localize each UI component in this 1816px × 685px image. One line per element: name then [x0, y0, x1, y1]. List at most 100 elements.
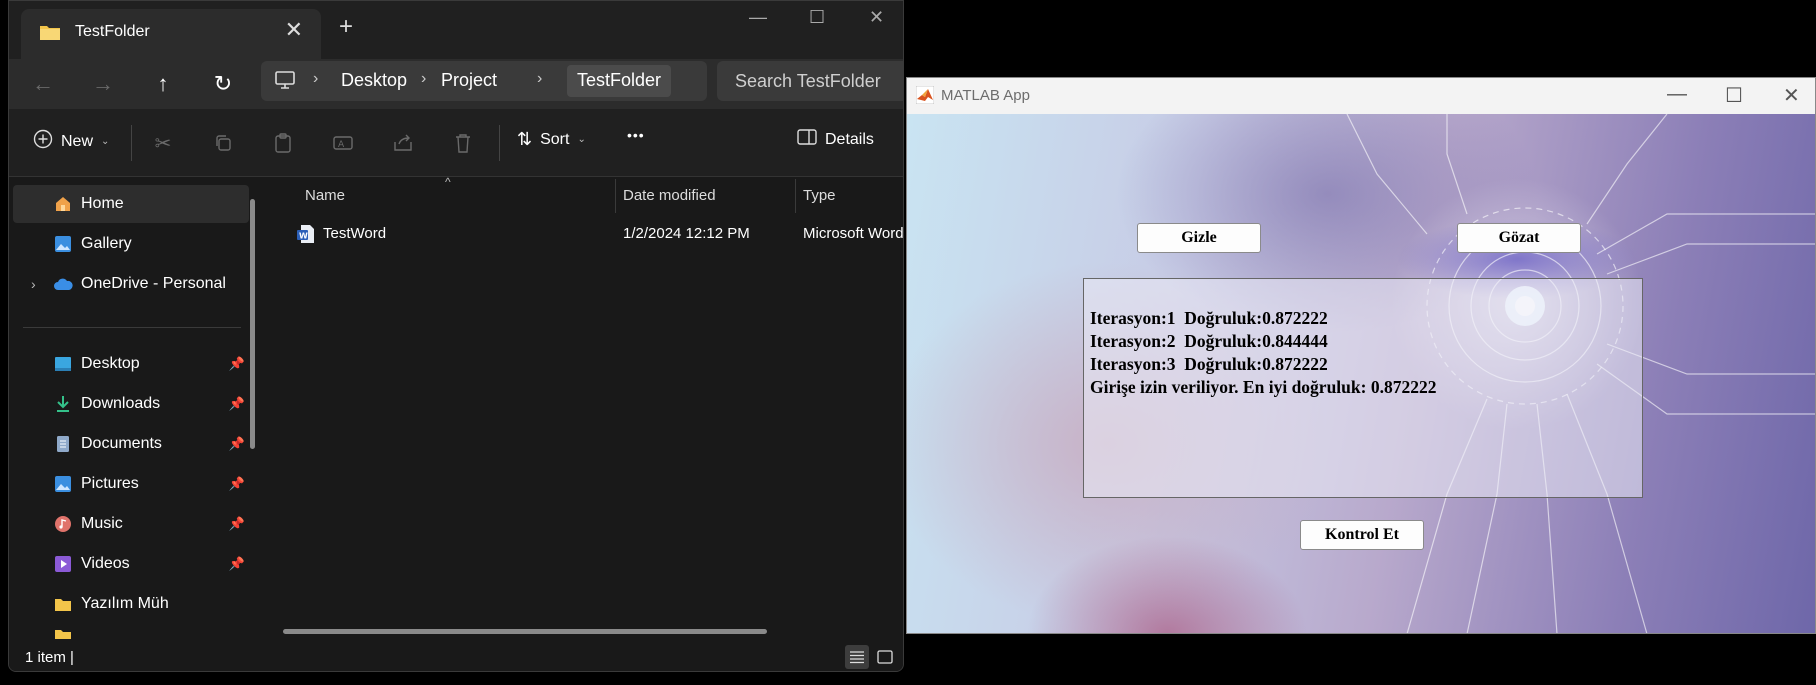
toolbar-divider: [131, 125, 132, 161]
explorer-titlebar: TestFolder ✕ + — ☐ ✕: [9, 1, 903, 59]
file-row[interactable]: W TestWord 1/2/2024 12:12 PM Microsoft W…: [265, 215, 903, 253]
breadcrumb[interactable]: › Desktop › Project › TestFolder: [261, 61, 707, 101]
breadcrumb-separator: ›: [421, 70, 427, 87]
copy-icon[interactable]: [211, 131, 235, 155]
sidebar-item-partial[interactable]: [13, 625, 249, 639]
sidebar-item-yazilim-muh[interactable]: Yazılım Müh: [13, 585, 249, 623]
paste-icon[interactable]: [271, 131, 295, 155]
desktop-icon: [53, 354, 73, 374]
file-list: ^ Name Date modified Type W TestWord 1/2…: [265, 175, 903, 639]
tiles-view-icon: [877, 650, 893, 664]
explorer-tab[interactable]: TestFolder ✕: [21, 9, 321, 59]
maximize-button[interactable]: ☐: [1725, 83, 1743, 108]
new-label: New: [61, 132, 94, 150]
sidebar-divider: [23, 327, 241, 328]
folder-icon: [53, 594, 73, 614]
close-button[interactable]: ✕: [869, 7, 884, 28]
file-explorer-window: TestFolder ✕ + — ☐ ✕ ← → ↑ ↻ › Desktop ›…: [8, 0, 904, 672]
file-name: TestWord: [323, 225, 387, 242]
plus-circle-icon: [33, 129, 53, 154]
background-image: Gizle Gözat Iterasyon:1 Doğruluk:0.87222…: [907, 114, 1815, 633]
output-line: Iterasyon:2 Doğruluk:0.844444: [1090, 331, 1328, 351]
sort-icon: ⇅: [517, 129, 533, 149]
maximize-button[interactable]: ☐: [809, 7, 825, 28]
breadcrumb-desktop[interactable]: Desktop: [341, 70, 407, 91]
music-icon: [53, 514, 73, 534]
matlab-title: MATLAB App: [941, 87, 1030, 104]
share-icon[interactable]: [391, 131, 415, 155]
cloud-icon: [53, 274, 73, 294]
svg-text:W: W: [299, 232, 308, 241]
more-options-button[interactable]: •••: [627, 127, 645, 143]
sort-button[interactable]: ⇅ Sort ⌄: [517, 129, 586, 150]
sidebar-item-downloads[interactable]: Downloads 📌: [13, 385, 249, 423]
output-text-area[interactable]: Iterasyon:1 Doğruluk:0.872222 Iterasyon:…: [1083, 278, 1643, 498]
up-button[interactable]: ↑: [145, 67, 181, 101]
sidebar-item-gallery[interactable]: Gallery: [13, 225, 249, 263]
item-count: 1 item |: [25, 649, 74, 666]
details-pane-icon: [797, 129, 817, 150]
matlab-titlebar: MATLAB App — ☐ ✕: [907, 78, 1815, 114]
sort-label: Sort: [540, 130, 570, 148]
sidebar-item-pictures[interactable]: Pictures 📌: [13, 465, 249, 503]
new-button[interactable]: New ⌄: [33, 129, 109, 154]
search-placeholder: Search TestFolder: [735, 71, 881, 91]
column-header-name[interactable]: Name: [305, 187, 345, 204]
word-doc-icon: W: [297, 224, 315, 249]
delete-icon[interactable]: [451, 131, 475, 155]
details-view-button[interactable]: [845, 645, 869, 669]
status-bar: 1 item |: [9, 639, 903, 671]
chevron-down-icon: ⌄: [101, 136, 110, 147]
search-input[interactable]: Search TestFolder: [717, 61, 903, 101]
cut-icon[interactable]: ✂: [151, 131, 175, 155]
minimize-button[interactable]: —: [1667, 83, 1687, 106]
close-button[interactable]: ✕: [1783, 83, 1800, 108]
chevron-down-icon: ⌄: [577, 134, 586, 145]
tiles-view-button[interactable]: [873, 645, 897, 669]
sidebar-item-home[interactable]: Home: [13, 185, 249, 223]
sidebar-item-desktop[interactable]: Desktop 📌: [13, 345, 249, 383]
sidebar-item-documents[interactable]: Documents 📌: [13, 425, 249, 463]
horizontal-scrollbar-thumb[interactable]: [283, 629, 767, 634]
back-button[interactable]: ←: [25, 67, 61, 101]
breadcrumb-project[interactable]: Project: [441, 70, 497, 91]
output-line: Iterasyon:1 Doğruluk:0.872222: [1090, 308, 1328, 328]
pictures-icon: [53, 474, 73, 494]
sidebar-item-music[interactable]: Music 📌: [13, 505, 249, 543]
horizontal-scrollbar[interactable]: [283, 629, 883, 634]
videos-icon: [53, 554, 73, 574]
pin-icon: 📌: [228, 436, 245, 451]
column-header-date[interactable]: Date modified: [623, 187, 716, 204]
sidebar-item-videos[interactable]: Videos 📌: [13, 545, 249, 583]
tab-close-icon[interactable]: ✕: [285, 19, 303, 41]
tab-title: TestFolder: [75, 23, 150, 40]
download-icon: [53, 394, 73, 414]
forward-button[interactable]: →: [85, 67, 121, 101]
refresh-button[interactable]: ↻: [205, 67, 241, 101]
kontrol-et-button[interactable]: Kontrol Et: [1300, 520, 1424, 550]
pin-icon: 📌: [228, 476, 245, 491]
minimize-button[interactable]: —: [749, 7, 767, 28]
chevron-right-icon[interactable]: ›: [31, 276, 36, 292]
folder-icon: [53, 625, 73, 639]
details-view-icon: [850, 651, 864, 664]
pin-icon: 📌: [228, 516, 245, 531]
new-tab-button[interactable]: +: [339, 15, 353, 39]
gallery-icon: [53, 234, 73, 254]
sort-ascending-icon: ^: [445, 175, 451, 189]
details-button[interactable]: Details: [797, 129, 874, 150]
column-separator[interactable]: [615, 179, 616, 213]
sidebar-item-onedrive[interactable]: › OneDrive - Personal: [13, 265, 249, 303]
rename-icon[interactable]: A: [331, 131, 355, 155]
column-header-type[interactable]: Type: [803, 187, 836, 204]
gozat-button[interactable]: Gözat: [1457, 223, 1581, 253]
matlab-app-window: MATLAB App — ☐ ✕ Gizle Gözat Iterasyon:1…: [906, 77, 1816, 634]
breadcrumb-testfolder[interactable]: TestFolder: [567, 65, 672, 97]
pin-icon: 📌: [228, 556, 245, 571]
computer-icon: [275, 71, 295, 94]
navigation-bar: ← → ↑ ↻ › Desktop › Project › TestFolder…: [9, 59, 903, 109]
pin-icon: 📌: [228, 356, 245, 371]
sidebar-scrollbar[interactable]: [250, 199, 255, 449]
column-separator[interactable]: [795, 179, 796, 213]
gizle-button[interactable]: Gizle: [1137, 223, 1261, 253]
